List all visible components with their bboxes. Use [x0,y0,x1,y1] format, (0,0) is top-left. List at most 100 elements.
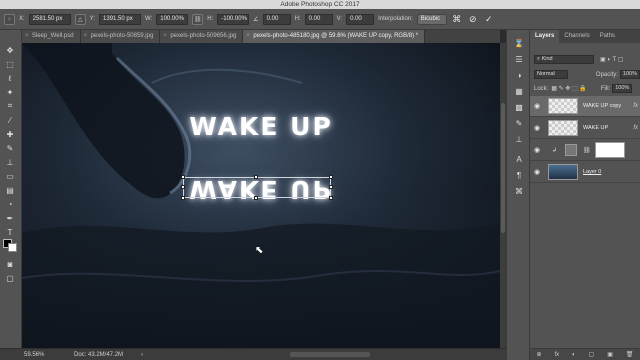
delta-icon[interactable]: △ [74,13,86,25]
transform-handle[interactable] [181,175,185,179]
reference-point-icon[interactable]: ⁘ [4,13,15,25]
commit-icon[interactable]: ✓ [483,14,495,25]
tab-pexels-50859[interactable]: × pexels-photo-50859.jpg [80,30,161,43]
panel-tabs: Layers Channels Paths [530,30,640,43]
blend-opacity-row: Normal Opacity: 100% [530,70,640,79]
brush-settings-icon[interactable]: ✎ [513,118,525,129]
filter-kind-select[interactable]: ⌕ Kind [534,55,594,64]
transform-handle[interactable] [254,196,258,200]
new-group-icon[interactable]: ▢ [589,351,595,358]
transform-handle[interactable] [329,196,333,200]
transform-handle[interactable] [181,196,185,200]
close-icon[interactable]: × [25,30,29,43]
tab-channels[interactable]: Channels [559,30,594,43]
fx-icon[interactable]: fx [633,125,638,131]
move-tool-icon[interactable]: ✥ [3,44,17,56]
quick-mask-icon[interactable]: ◙ [3,258,17,270]
cancel-icon[interactable]: ⊘ [467,14,479,25]
pen-tool-icon[interactable]: ✒ [3,212,17,224]
tab-label: pexels-photo-50859.jpg [90,33,154,39]
tab-label: pexels-photo-509656.jpg [170,33,237,39]
blur-tool-icon[interactable]: ◔ [3,198,17,210]
link-icon[interactable]: ⛓ [192,13,204,25]
clone-source-icon[interactable]: ⊥ [513,134,525,145]
transform-handle[interactable] [329,185,333,189]
crop-tool-icon[interactable]: ⌗ [3,100,17,112]
blend-mode-select[interactable]: Normal [534,70,568,79]
add-style-icon[interactable]: fx [554,352,559,358]
magic-wand-icon[interactable]: ✦ [3,86,17,98]
angle-field[interactable]: 0.00 [262,13,291,25]
vskew-field[interactable]: 0.00 [346,13,375,25]
chain-icon[interactable]: ⛓ [583,147,591,154]
document-canvas[interactable]: WAKE UP WAKE UP ⬉ [22,43,500,348]
tab-pexels-509656[interactable]: × pexels-photo-509656.jpg [160,30,244,43]
fill-field[interactable]: 100% [612,84,633,93]
trash-icon[interactable]: 🗑 [626,351,634,358]
height-field[interactable]: -100.00% [217,13,250,25]
tab-layers[interactable]: Layers [530,30,560,43]
background-color-swatch[interactable] [8,243,17,252]
eye-icon[interactable]: ◉ [530,124,544,132]
marquee-tool-icon[interactable]: ⬚ [3,58,17,70]
fx-icon[interactable]: fx [633,103,638,109]
filter-icons[interactable]: ▣ ◐ T ▢ [600,56,623,63]
filter-kind-label: Kind [541,56,553,62]
interpolation-select[interactable]: Bicubic [416,13,447,25]
x-label: X: [19,16,25,22]
brush-tool-icon[interactable]: ✎ [3,142,17,154]
transform-handle[interactable] [254,175,258,179]
layer-row-wake-up-copy[interactable]: ◉ WAKE UP copy fx [530,96,640,117]
color-icon[interactable]: ▦ [513,86,525,97]
transform-handle[interactable] [329,175,333,179]
angle-icon: ∠ [253,16,259,23]
link-layers-icon[interactable]: ⊕ [536,351,541,358]
horizontal-scrollbar[interactable] [290,352,370,357]
scroll-thumb[interactable] [501,103,505,233]
character-icon[interactable]: A [513,154,525,165]
healing-brush-icon[interactable]: ✚ [3,128,17,140]
eye-icon[interactable]: ◉ [530,102,544,110]
close-icon[interactable]: × [246,30,250,43]
gradient-tool-icon[interactable]: ▤ [3,184,17,196]
close-icon[interactable]: × [84,30,88,43]
transform-handle[interactable] [181,185,185,189]
clone-stamp-icon[interactable]: ⊥ [3,156,17,168]
layer-row-wake-up[interactable]: ◉ WAKE UP fx [530,118,640,139]
options-bar: ⁘ X: 2581.50 px △ Y: 1391.50 px W: 100.0… [0,9,640,30]
fill-label: Fill: [600,85,611,92]
tab-pexels-485180[interactable]: × pexels-photo-485180.jpg @ 59.6% (WAKE U… [243,30,426,43]
layer-row-adjustment[interactable]: ◉ ↲ ⛓ [530,140,640,161]
warp-mode-icon[interactable]: ⌘ [451,14,463,25]
eraser-icon[interactable]: ▭ [3,170,17,182]
type-tool-icon[interactable]: T [3,226,17,238]
x-position-field[interactable]: 2581.50 px [28,13,71,25]
swatches-icon[interactable]: ▩ [513,102,525,113]
new-layer-icon[interactable]: ▣ [607,351,613,358]
zoom-level-field[interactable]: 59.56% [24,352,58,358]
free-transform-box[interactable] [181,175,333,200]
screen-mode-icon[interactable]: ▢ [3,272,17,284]
new-adjustment-icon[interactable]: ◐ [572,352,576,358]
width-field[interactable]: 100.00% [156,13,189,25]
hskew-field[interactable]: 0.00 [304,13,333,25]
lock-icons[interactable]: ▦ ✎ ✥ ⬚ 🔒 [551,85,587,92]
opacity-field[interactable]: 100% [619,70,640,79]
layer-filter-row: ⌕ Kind ▣ ◐ T ▢ [530,55,640,64]
adjustments-icon[interactable]: ◑ [513,70,525,81]
eyedropper-icon[interactable]: ⁄ [3,114,17,126]
y-position-field[interactable]: 1391.50 px [99,13,142,25]
history-icon[interactable]: ⌛ [513,38,525,49]
eye-icon[interactable]: ◉ [530,168,544,176]
status-menu-arrow[interactable]: › [141,352,143,358]
glyphs-icon[interactable]: ⌘ [513,186,525,197]
lasso-tool-icon[interactable]: ℓ [3,72,17,84]
tab-paths[interactable]: Paths [595,30,620,43]
eye-icon[interactable]: ◉ [530,146,544,154]
layer-thumbnail [548,164,578,180]
tab-sleep-well[interactable]: × Sleep_Well.psd [22,30,81,43]
properties-icon[interactable]: ☰ [513,54,525,65]
layer-row-layer-0[interactable]: ◉ Layer 0 [530,162,640,183]
close-icon[interactable]: × [163,30,167,43]
paragraph-icon[interactable]: ¶ [513,170,525,181]
